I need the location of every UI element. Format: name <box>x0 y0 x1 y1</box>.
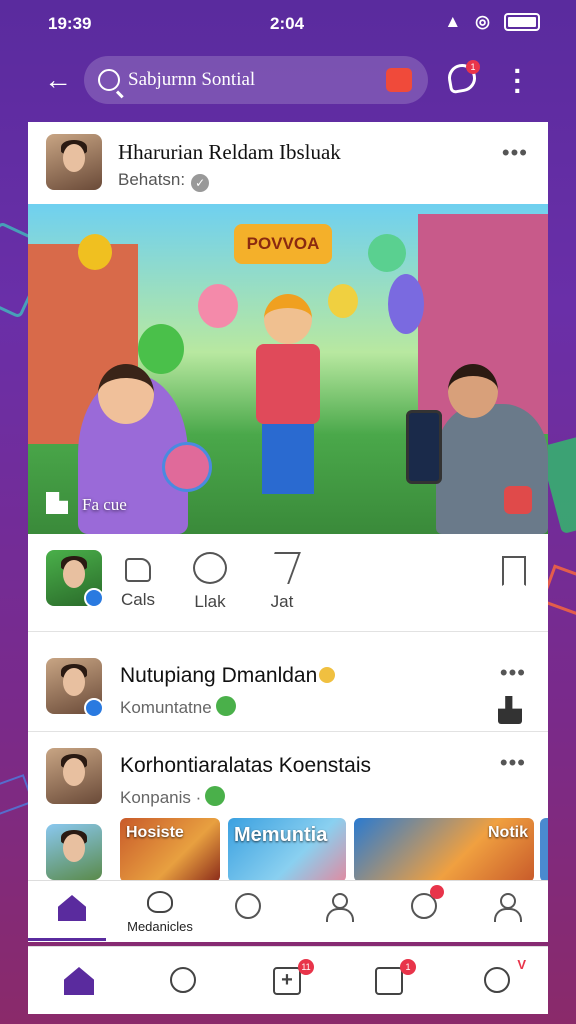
search-icon <box>235 893 261 919</box>
section-tab-bar: Medanicles <box>28 880 548 942</box>
top-bar: ← Sabjurnn Sontial 1 · · · <box>0 52 576 108</box>
nav-create[interactable]: + 11 <box>268 959 314 1001</box>
wifi-icon: ◎ <box>475 12 490 31</box>
emoji-icon <box>319 667 336 683</box>
post-more-icon[interactable]: ••• <box>502 140 528 166</box>
share-label: Jat <box>270 592 294 611</box>
media-icon <box>147 891 173 913</box>
like-label: Cals <box>120 590 155 609</box>
home-icon <box>64 967 94 995</box>
status-center-time: 2:04 <box>270 14 305 33</box>
search-icon <box>170 967 196 993</box>
shop-icon[interactable] <box>386 68 412 92</box>
like-button[interactable]: Cals <box>108 552 168 610</box>
green-badge-icon <box>205 786 226 806</box>
nav-messages[interactable]: 1 <box>370 959 416 1001</box>
tab-notifications[interactable] <box>404 885 444 931</box>
commenter-name[interactable]: Nutupiang Dmanldan <box>120 664 336 688</box>
tab-media[interactable]: Medanicles <box>127 891 193 934</box>
thumbnail-card[interactable] <box>540 818 548 882</box>
tab-friends[interactable] <box>318 891 358 931</box>
commenter-name[interactable]: Korhontiaralatas Koenstais <box>120 754 371 778</box>
profile-icon <box>493 893 522 922</box>
image-sign: POVVOA <box>234 224 332 264</box>
comment-button[interactable]: Llak <box>180 552 240 612</box>
comment-subtitle: Komuntatne <box>120 696 236 718</box>
post-image[interactable]: POVVOA Fa cue <box>28 204 548 534</box>
messages-badge: 1 <box>400 959 416 975</box>
search-input[interactable]: Sabjurnn Sontial <box>128 69 255 91</box>
profile-badge: V <box>517 957 526 972</box>
battery-icon <box>504 13 540 31</box>
bookmark-icon[interactable] <box>502 556 526 586</box>
phone-in-image <box>406 410 442 484</box>
thumbnail-card[interactable]: Hosiste <box>120 818 220 882</box>
nav-profile[interactable]: V <box>478 957 526 1001</box>
status-time: 19:39 <box>48 14 92 33</box>
messenger-badge-icon <box>84 698 104 718</box>
plus-icon: + <box>273 967 301 995</box>
comment-subtitle: Konpanis · <box>120 786 226 808</box>
story-avatar[interactable] <box>46 824 102 880</box>
profile-icon <box>484 967 510 993</box>
nav-search[interactable] <box>164 963 202 1001</box>
more-options-icon[interactable]: · · · <box>508 57 528 105</box>
signal-icon: ▲ <box>444 12 462 31</box>
image-badge <box>504 486 532 514</box>
message-icon <box>375 967 403 995</box>
tool-icon[interactable] <box>498 696 522 724</box>
comment-label: Llak <box>194 592 226 611</box>
search-icon <box>98 69 120 91</box>
comment-icon <box>193 552 227 584</box>
comment-item[interactable]: Korhontiaralatas Koenstais Konpanis · ••… <box>28 734 548 822</box>
comment-item[interactable]: Nutupiang Dmanldan Komuntatne ••• <box>28 644 548 732</box>
comment-more-icon[interactable]: ••• <box>500 660 526 686</box>
like-icon <box>125 558 151 582</box>
author-subtitle: Behatsn: ✓ <box>118 170 210 192</box>
tab-media-label: Medanicles <box>127 919 193 934</box>
bottom-navigation: + 11 1 V <box>28 946 548 1014</box>
share-icon <box>263 552 301 584</box>
thumbnail-card[interactable]: Notik <box>354 818 534 882</box>
app-logo-icon <box>46 492 68 514</box>
commenter-avatar[interactable] <box>46 748 102 804</box>
home-icon <box>58 895 86 921</box>
status-icons: ▲ ◎ <box>444 12 540 32</box>
back-arrow-icon[interactable]: ← <box>40 62 76 98</box>
search-bar[interactable]: Sabjurnn Sontial <box>84 56 428 104</box>
author-name[interactable]: Hharurian Reldam Ibsluak <box>118 140 341 165</box>
thumbnail-card[interactable]: Memuntia <box>228 818 346 882</box>
verified-icon: ✓ <box>191 174 210 192</box>
share-button[interactable]: Jat <box>252 552 312 612</box>
create-badge: 11 <box>298 959 314 975</box>
tab-home[interactable] <box>52 891 92 931</box>
post-card: Hharurian Reldam Ibsluak Behatsn: ✓ ••• P… <box>28 122 548 942</box>
friends-icon <box>325 893 354 922</box>
author-avatar[interactable] <box>46 134 102 190</box>
comment-more-icon[interactable]: ••• <box>500 750 526 776</box>
verified-badge-icon <box>84 588 104 608</box>
tab-search[interactable] <box>228 891 268 931</box>
thumbnail-row: Hosiste Memuntia Notik <box>28 816 548 886</box>
green-badge-icon <box>215 696 236 716</box>
notification-dot <box>430 885 444 899</box>
notification-badge: 1 <box>466 60 480 74</box>
tab-profile[interactable] <box>486 891 526 931</box>
active-tab-indicator <box>28 938 106 941</box>
post-actions: Cals Llak Jat <box>28 534 548 632</box>
status-bar: 19:39 2:04 ▲ ◎ <box>0 0 576 48</box>
cartoon-character <box>248 294 328 504</box>
image-caption: Fa cue <box>46 492 127 515</box>
post-header: Hharurian Reldam Ibsluak Behatsn: ✓ ••• <box>28 122 548 204</box>
nav-home[interactable] <box>60 963 98 1001</box>
